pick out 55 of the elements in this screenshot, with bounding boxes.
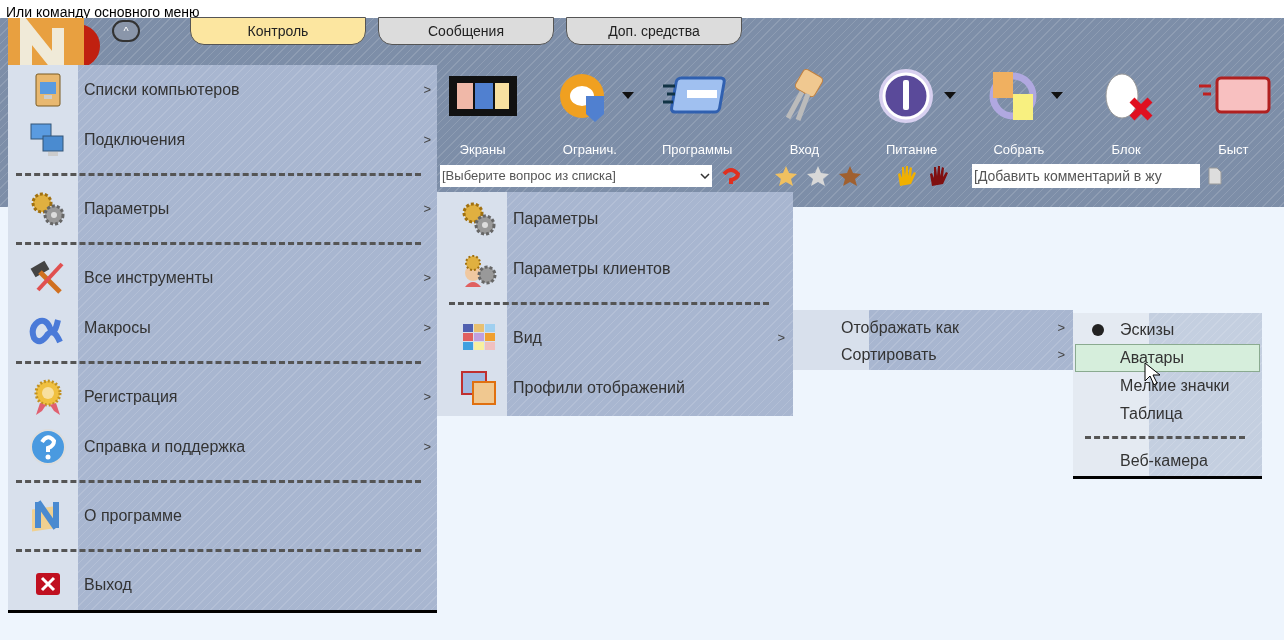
menu-item-icon	[28, 427, 68, 467]
submenu-arrow: >	[423, 131, 431, 150]
submenu-arrow: >	[423, 269, 431, 288]
toolbar-label: Питание	[885, 141, 938, 159]
submenu-arrow: >	[423, 81, 431, 100]
menu-item[interactable]: Параметры >	[16, 184, 431, 234]
toolbar-label: Программы	[662, 141, 733, 159]
submenu-arrow: >	[423, 388, 431, 407]
menu-item[interactable]: Регистрация >	[16, 372, 431, 422]
tab[interactable]: Сообщения	[378, 17, 554, 45]
comment-field[interactable]: [Добавить комментарий в жу	[972, 163, 1200, 188]
dropdown-caret-icon[interactable]	[621, 92, 634, 100]
menu-item[interactable]: О программе	[16, 491, 431, 541]
dropdown-caret-icon[interactable]	[1050, 92, 1063, 100]
menu-item[interactable]: Аватары	[1075, 344, 1260, 372]
toolbar-label: Вход	[789, 141, 820, 159]
chevron-down-icon[interactable]	[700, 172, 710, 179]
menu-item[interactable]: Параметры клиентов	[449, 244, 785, 294]
caption-text: Или команду основного меню	[5, 4, 201, 20]
menu-item[interactable]: Макросы >	[16, 303, 431, 353]
menu-item-icon	[459, 368, 499, 408]
tab[interactable]: Доп. средства	[566, 17, 742, 45]
toolbar-label: Собрать	[993, 141, 1045, 159]
submenu-arrow: >	[1057, 345, 1065, 364]
menu-item[interactable]: Справка и поддержка >	[16, 422, 431, 472]
menu-item[interactable]: Вид >	[449, 313, 785, 363]
menu-item[interactable]: Списки компьютеров >	[16, 65, 431, 115]
submenu-arrow: >	[777, 329, 785, 348]
toolbar-label: Быст	[1218, 141, 1249, 159]
menu-item[interactable]: Мелкие значки	[1075, 372, 1260, 400]
submenu-arrow: >	[423, 200, 431, 219]
toolbar-label: Огранич.	[562, 141, 617, 159]
radio-dot-icon	[1091, 323, 1105, 337]
submenu-arrow: >	[1057, 318, 1065, 337]
menu-item[interactable]: Все инструменты >	[16, 253, 431, 303]
star-icon[interactable]	[806, 164, 830, 187]
question-select[interactable]: [Выберите вопрос из списка]	[440, 164, 712, 187]
toolbar-label: Экраны	[459, 141, 506, 159]
tab[interactable]: Контроль	[190, 17, 366, 45]
menu-item[interactable]: Выход	[16, 560, 431, 610]
toolbar-label: Блок	[1111, 141, 1141, 159]
document-icon[interactable]	[1208, 166, 1222, 185]
dropdown-caret-icon[interactable]	[943, 92, 956, 100]
menu-item[interactable]: Отображать как >	[841, 314, 1065, 341]
menu-item[interactable]: Веб-камера	[1075, 447, 1260, 475]
submenu-arrow: >	[423, 438, 431, 457]
menu-item[interactable]: Профили отображений	[449, 363, 785, 413]
star-icon[interactable]	[838, 164, 862, 187]
menu-item[interactable]: Сортировать >	[841, 341, 1065, 368]
menu-item[interactable]: Подключения >	[16, 115, 431, 165]
star-icon[interactable]	[774, 164, 798, 187]
menu-item[interactable]: Эскизы	[1075, 316, 1260, 344]
menu-item[interactable]: Параметры	[449, 194, 785, 244]
submenu-arrow: >	[423, 319, 431, 338]
menu-item[interactable]: Таблица	[1075, 400, 1260, 428]
